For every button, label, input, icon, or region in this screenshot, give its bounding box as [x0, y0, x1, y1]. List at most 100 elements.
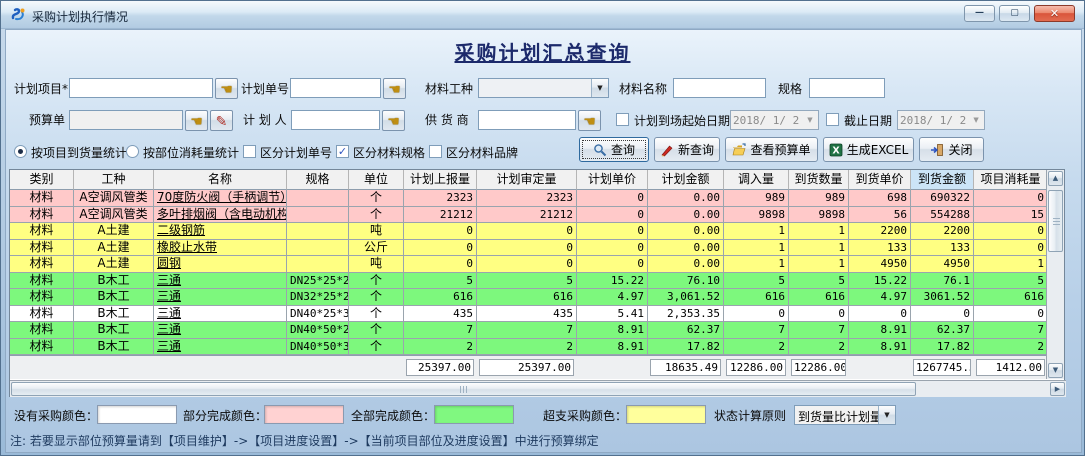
column-header[interactable]: 规格: [287, 170, 349, 190]
vertical-scroll-thumb[interactable]: [1048, 190, 1063, 252]
planner-picker-button[interactable]: ☚: [382, 110, 405, 131]
budget-input[interactable]: [69, 110, 183, 130]
new-query-button[interactable]: 新查询: [654, 137, 720, 162]
arrival-start-date-arrow[interactable]: ▼: [802, 111, 818, 129]
plan-project-picker-button[interactable]: ☚: [215, 78, 238, 99]
table-row[interactable]: 材料A土建圆钢吨0000.0011495049501: [10, 256, 1048, 273]
table-cell: A空调风管类: [74, 190, 154, 206]
window-controls: — ▢ ✕: [964, 5, 1075, 22]
table-cell: 材料: [10, 306, 74, 322]
scroll-up-button[interactable]: ▲: [1048, 171, 1063, 186]
end-date-datepicker[interactable]: 2018/ 1/ 2 ▼: [897, 110, 985, 130]
minimize-button[interactable]: —: [964, 5, 995, 22]
arrival-start-datepicker[interactable]: 2018/ 1/ 2 ▼: [730, 110, 819, 130]
thumb-grip-icon: [460, 386, 468, 393]
table-cell: 3,061.52: [648, 289, 724, 305]
plan-no-picker-button[interactable]: ☚: [383, 78, 406, 99]
table-row[interactable]: 材料A土建二级钢筋吨0000.0011220022000: [10, 223, 1048, 240]
material-name-input[interactable]: [673, 78, 766, 98]
table-cell: 个: [349, 190, 404, 206]
table-row[interactable]: 材料B木工三通DN25*25*25个5515.2276.105515.2276.…: [10, 273, 1048, 290]
supplier-label: 供 货 商: [425, 113, 469, 127]
table-cell: 5.41: [577, 306, 648, 322]
plan-project-input[interactable]: [69, 78, 213, 98]
excel-button-label: 生成EXCEL: [847, 141, 909, 158]
table-cell: 公斤: [349, 240, 404, 256]
close-button[interactable]: ✕: [1034, 5, 1075, 22]
view-budget-button[interactable]: 查看预算单: [725, 137, 818, 162]
arrival-start-checkbox[interactable]: [616, 113, 629, 126]
excel-button[interactable]: X 生成EXCEL: [823, 137, 914, 162]
by-part-radio[interactable]: [126, 145, 139, 158]
scroll-down-button[interactable]: ▼: [1048, 363, 1063, 378]
table-cell: 7: [789, 322, 849, 338]
spec-input[interactable]: [809, 78, 885, 98]
end-date-checkbox[interactable]: [826, 113, 839, 126]
table-cell: 15.22: [577, 273, 648, 289]
hand-pointer-icon: ☚: [190, 114, 203, 128]
table-row[interactable]: 材料A土建橡胶止水带公斤0000.00111331330: [10, 240, 1048, 257]
table-cell: 8.91: [577, 339, 648, 355]
table-row[interactable]: 材料B木工三通DN40*25*32个4354355.412,353.350000…: [10, 306, 1048, 323]
table-row[interactable]: 材料B木工三通DN32*25*25个6166164.973,061.526166…: [10, 289, 1048, 306]
supplier-picker-button[interactable]: ☚: [578, 110, 601, 131]
scroll-down-icon: ▼: [1053, 367, 1058, 374]
planner-input[interactable]: [291, 110, 380, 130]
table-row[interactable]: 材料A空调风管类多叶排烟阀（含电动机构个212122121200.0098989…: [10, 207, 1048, 224]
table-cell: 5: [477, 273, 577, 289]
table-row[interactable]: 材料B木工三通DN40*50*32个228.9117.82228.9117.82…: [10, 339, 1048, 356]
budget-picker-button[interactable]: ☚: [185, 110, 208, 131]
column-header[interactable]: 计划审定量: [477, 170, 577, 190]
table-row[interactable]: 材料A空调风管类70度防火阀（手柄调节）个2323232300.00989989…: [10, 190, 1048, 207]
table-cell: 9898: [789, 207, 849, 223]
column-header[interactable]: 类别: [10, 170, 74, 190]
material-type-arrow-button[interactable]: ▼: [591, 79, 608, 97]
split-spec-checkbox[interactable]: ✓: [336, 145, 349, 158]
budget-clear-button[interactable]: ✎: [210, 110, 233, 131]
column-header[interactable]: 单位: [349, 170, 404, 190]
table-cell: 4.97: [577, 289, 648, 305]
query-button[interactable]: 查询: [579, 137, 649, 162]
horizontal-scrollbar[interactable]: ▶: [10, 380, 1066, 397]
scroll-right-button[interactable]: ▶: [1050, 382, 1065, 396]
maximize-button[interactable]: ▢: [999, 5, 1030, 22]
table-cell: 7: [974, 322, 1048, 338]
plan-no-input[interactable]: [290, 78, 381, 98]
split-plan-no-checkbox[interactable]: [243, 145, 256, 158]
status-rule-label: 状态计算原则: [714, 409, 786, 423]
status-rule-select[interactable]: 到货量比计划量 ▼: [794, 405, 896, 425]
column-header[interactable]: 工种: [74, 170, 154, 190]
column-header[interactable]: 调入量: [724, 170, 789, 190]
split-brand-checkbox[interactable]: [429, 145, 442, 158]
column-header[interactable]: 名称: [154, 170, 287, 190]
over-color-swatch: [626, 405, 706, 424]
material-type-select[interactable]: ▼: [478, 78, 609, 98]
spec-label: 规格: [778, 82, 802, 96]
by-project-radio[interactable]: [14, 145, 27, 158]
table-cell: 7: [724, 322, 789, 338]
table-cell: 材料: [10, 223, 74, 239]
table-cell: 62.37: [648, 322, 724, 338]
vertical-scrollbar[interactable]: ▲ ▼: [1046, 170, 1064, 379]
column-header[interactable]: 到货数量: [789, 170, 849, 190]
view-budget-button-label: 查看预算单: [750, 141, 810, 158]
table-cell: 2: [477, 339, 577, 355]
column-header[interactable]: 计划上报量: [404, 170, 477, 190]
table-cell: 70度防火阀（手柄调节）: [154, 190, 287, 206]
table-row[interactable]: 材料B木工三通DN40*50*25个778.9162.37778.9162.37…: [10, 322, 1048, 339]
summary-value: 1267745.33: [913, 359, 971, 376]
horizontal-scroll-thumb[interactable]: [11, 382, 916, 396]
maximize-icon: ▢: [1010, 9, 1019, 18]
column-header[interactable]: 项目消耗量: [974, 170, 1048, 190]
table-cell: 三通: [154, 306, 287, 322]
column-header[interactable]: 到货金额: [911, 170, 974, 190]
end-date-arrow[interactable]: ▼: [968, 111, 984, 129]
grid-summary-row: 25397.0025397.0018635.4912286.0012286.00…: [10, 355, 1048, 379]
supplier-input[interactable]: [478, 110, 576, 130]
status-rule-arrow-button[interactable]: ▼: [878, 406, 895, 424]
column-header[interactable]: 计划单价: [577, 170, 648, 190]
column-header[interactable]: 计划金额: [648, 170, 724, 190]
table-cell: 435: [477, 306, 577, 322]
close-form-button[interactable]: 关闭: [919, 137, 984, 162]
column-header[interactable]: 到货单价: [849, 170, 911, 190]
